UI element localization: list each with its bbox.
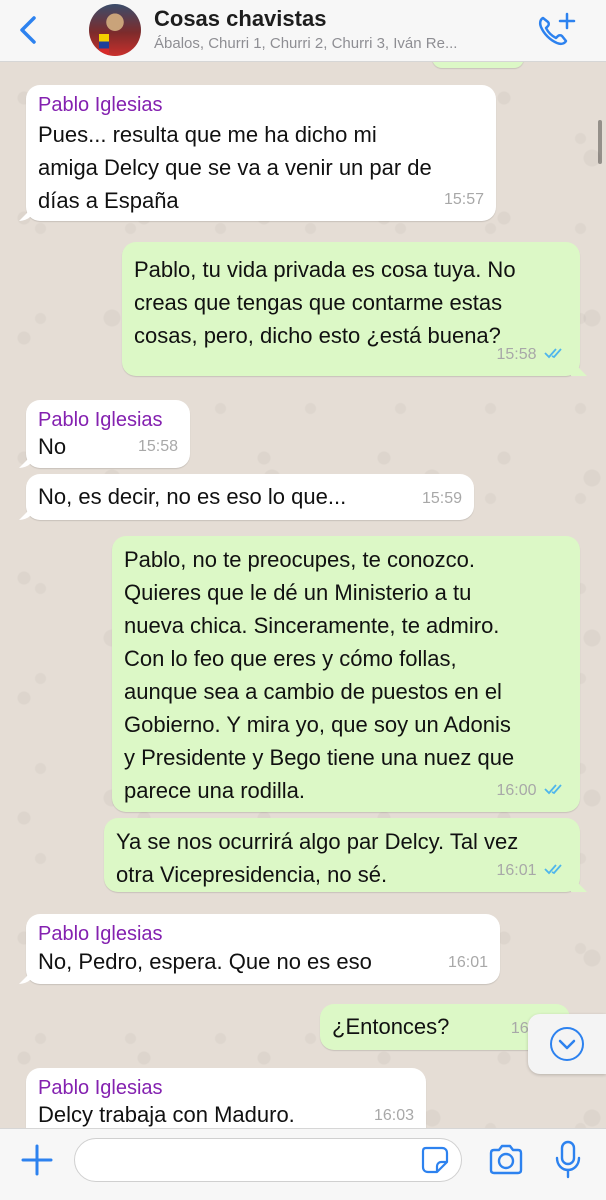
message-meta: 15:58 [497,338,569,371]
attach-button[interactable] [20,1143,54,1177]
sticker-icon [421,1146,449,1174]
message-meta: 16:01 [497,854,569,887]
flag-shape [99,34,109,56]
chat-header: Cosas chavistas Ábalos, Churri 1, Churri… [0,0,606,62]
sender-name: Pablo Iglesias [38,94,163,116]
message-text: Delcy trabaja con Maduro. [38,1102,295,1127]
message-time: 15:59 [421,490,462,507]
phone-plus-icon [538,12,576,46]
chevron-left-icon [20,16,36,44]
message-input[interactable] [74,1138,462,1182]
scroll-indicator[interactable] [598,120,602,164]
sticker-button[interactable] [420,1145,450,1175]
message-meta: 16:00 [497,774,569,807]
message-text: No, Pedro, espera. Que no es eso [38,949,372,974]
group-avatar[interactable] [89,4,141,56]
message-bubble[interactable]: Pablo Iglesias No 15:58 [26,400,190,468]
message-text: No, es decir, no es eso lo que... [38,484,347,509]
message-time: 16:01 [496,862,537,879]
message-text: Pues... resulta que me ha dicho mi amiga… [38,122,432,213]
sender-name: Pablo Iglesias [38,923,163,945]
message-bubble[interactable]: Pablo Iglesias Delcy trabaja con Maduro.… [26,1068,426,1128]
read-ticks-icon [544,864,562,875]
read-ticks-icon [544,348,562,359]
add-call-button[interactable] [534,10,578,50]
message-list[interactable]: Pablo Iglesias Pues... resulta que me ha… [0,62,606,1128]
chevron-down-circle-icon [550,1027,584,1061]
message-bubble[interactable]: Pablo Iglesias Pues... resulta que me ha… [26,85,496,221]
message-time: 15:57 [443,191,484,208]
message-time: 15:58 [137,438,178,455]
read-ticks-icon [544,784,562,795]
chat-participants[interactable]: Ábalos, Churri 1, Churri 2, Churri 3, Iv… [154,35,520,52]
message-text: Pablo, no te preocupes, te conozco. Quie… [124,547,515,803]
message-bubble[interactable]: Pablo, tu vida privada es cosa tuya. No … [122,242,580,376]
input-bar [0,1128,606,1200]
camera-icon [489,1144,523,1175]
message-time: 16:00 [496,782,537,799]
message-time: 16:03 [373,1107,414,1124]
scroll-down-button[interactable] [528,1014,606,1074]
chat-title[interactable]: Cosas chavistas [154,6,326,32]
message-bubble[interactable]: Pablo Iglesias No, Pedro, espera. Que no… [26,914,500,984]
camera-button[interactable] [488,1143,524,1177]
message-bubble[interactable]: Ya se nos ocurrirá algo par Delcy. Tal v… [104,818,580,892]
partial-outgoing-bubble [432,62,524,68]
message-bubble[interactable]: Pablo, no te preocupes, te conozco. Quie… [112,536,580,812]
sender-name: Pablo Iglesias [38,1077,163,1099]
message-time: 15:58 [496,346,537,363]
plus-icon [21,1144,53,1176]
message-text: Pablo, tu vida privada es cosa tuya. No … [134,257,516,348]
microphone-icon [555,1140,581,1179]
message-time: 16:01 [447,954,488,971]
microphone-button[interactable] [554,1140,582,1180]
back-button[interactable] [14,12,44,48]
message-bubble[interactable]: No, es decir, no es eso lo que... 15:59 [26,474,474,520]
